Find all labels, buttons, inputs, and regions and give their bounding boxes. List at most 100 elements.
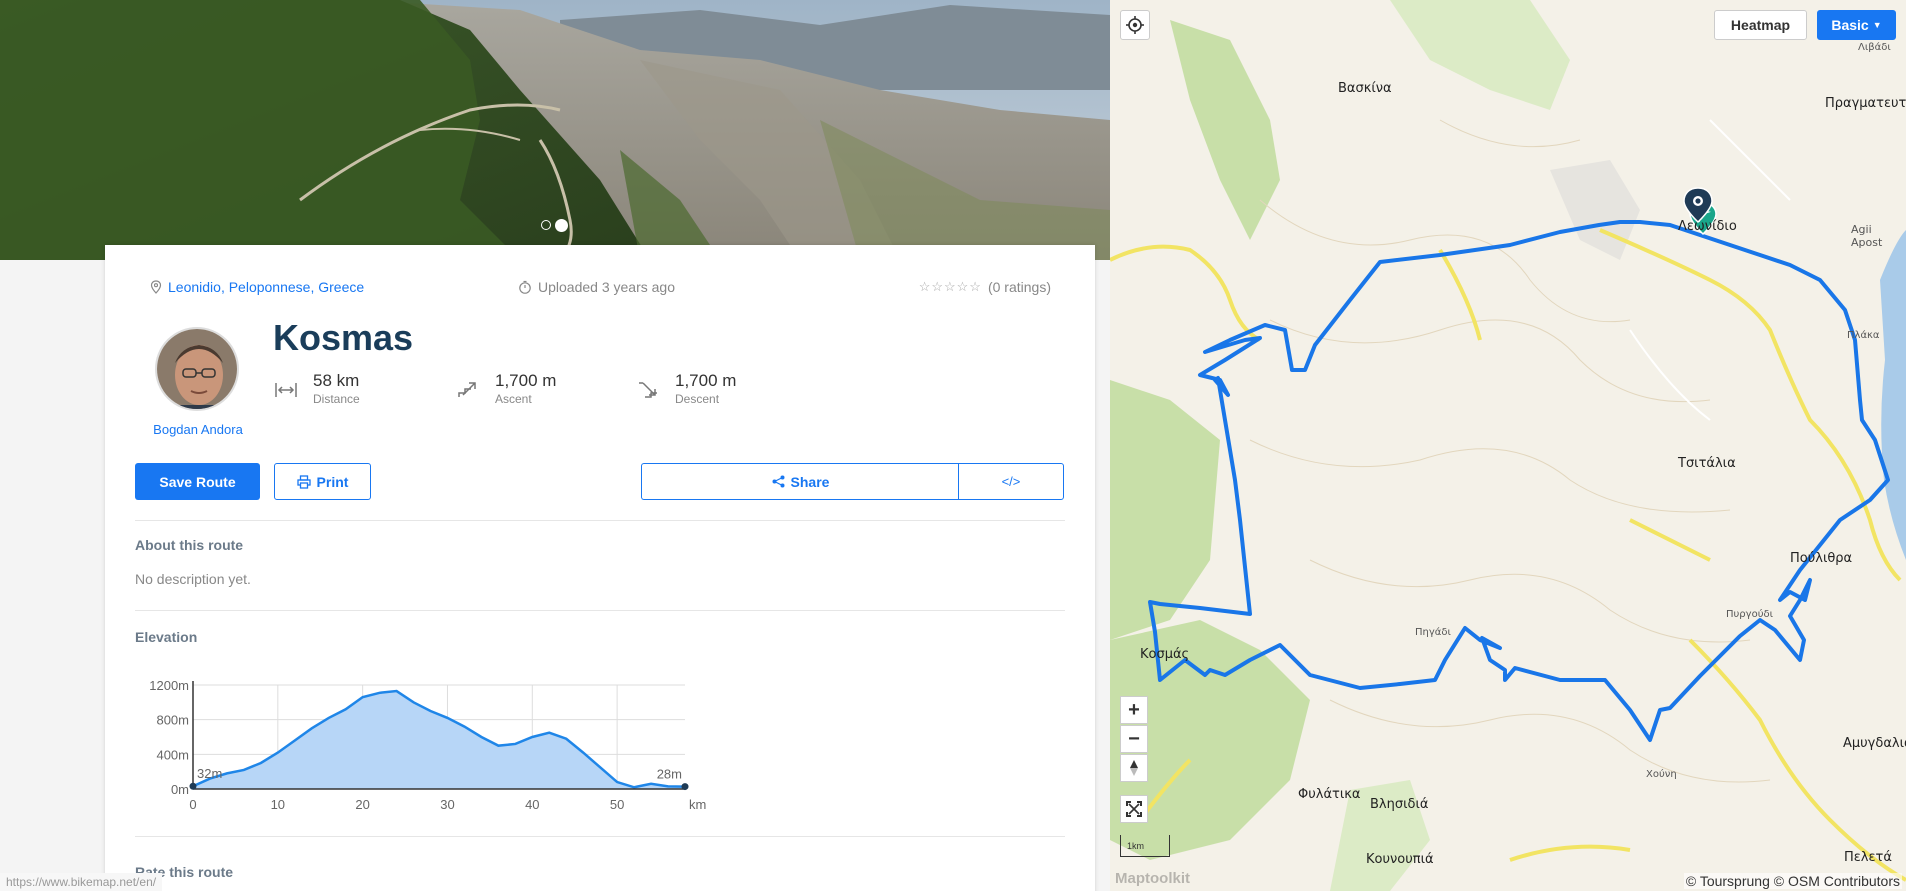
map-place-label: Βλησιδιά (1370, 797, 1429, 812)
printer-icon (296, 474, 311, 489)
route-title: Kosmas (273, 317, 414, 358)
map-place-label: Πραγματευτή (1825, 96, 1906, 111)
x-tick-label: 50 (610, 797, 624, 812)
map-place-label: Πλάκα (1847, 330, 1880, 341)
fullscreen-button[interactable] (1120, 795, 1148, 823)
map-place-label: Λεωνίδιο (1678, 219, 1737, 234)
caret-down-icon: ▼ (1872, 20, 1882, 30)
about-text: No description yet. (135, 571, 251, 587)
route-info-card: Leonidio, Peloponnese, Greece Uploaded 3… (105, 245, 1095, 891)
map-place-label: Πυργούδι (1726, 609, 1773, 620)
elevation-end-point (681, 783, 689, 791)
descent-icon (639, 382, 657, 398)
stat-value: 1,700 m (495, 371, 557, 390)
ascent-icon (458, 382, 476, 397)
share-button[interactable]: Share (641, 463, 959, 500)
share-icon (772, 475, 785, 488)
y-tick-label: 1200m (149, 678, 189, 693)
share-label: Share (790, 473, 830, 490)
elevation-area (193, 691, 685, 789)
about-title: About this route (135, 537, 244, 553)
route-location-text[interactable]: Leonidio, Peloponnese, Greece (168, 279, 364, 295)
stat-ascent: 1,700 m Ascent (455, 371, 556, 406)
avatar-image (157, 329, 237, 409)
elevation-title: Elevation (135, 629, 198, 645)
stat-distance: 58 km Distance (273, 371, 360, 406)
code-icon: </> (1001, 474, 1021, 489)
route-photo-gallery[interactable] (0, 0, 1110, 260)
location-pin-icon (150, 280, 162, 294)
map-place-label: Φυλάτικα (1298, 787, 1361, 802)
divider (135, 836, 1065, 837)
y-tick-label: 400m (156, 747, 189, 762)
elevation-chart-svg: 0m 400m 800m 1200m 0 10 20 30 40 50 km 32m 28m (149, 678, 706, 812)
gallery-dots (541, 219, 568, 232)
map-place-label: Πελετά (1844, 850, 1892, 865)
y-tick-label: 800m (156, 713, 189, 728)
rating-summary: ☆☆☆☆☆ (0 ratings) (919, 279, 1051, 295)
x-axis-unit-label: km (689, 797, 706, 812)
author-name[interactable]: Bogdan Andora (133, 422, 263, 437)
gallery-dot-2[interactable] (555, 219, 568, 232)
elevation-chart[interactable]: 0m 400m 800m 1200m 0 10 20 30 40 50 km 32m 28m (135, 665, 735, 835)
fullscreen-icon (1126, 801, 1142, 817)
locate-button[interactable] (1120, 10, 1150, 40)
y-tick-label: 0m (171, 782, 189, 797)
x-tick-label: 20 (355, 797, 369, 812)
map-scale: 1km (1120, 835, 1170, 857)
map-place-label: Κοσμάς (1140, 647, 1190, 662)
plus-icon: + (1128, 698, 1140, 721)
route-map[interactable]: Βασκίνα Πραγματευτή Λιβάδι Λεωνίδιο Agii… (1110, 0, 1906, 891)
elevation-end-label: 28m (657, 767, 682, 782)
zoom-out-button[interactable]: − (1120, 725, 1148, 753)
compass-icon (1130, 760, 1138, 776)
map-place-label: Τσιτάλια (1678, 456, 1736, 471)
heatmap-button[interactable]: Heatmap (1714, 10, 1807, 40)
upload-text: Uploaded 3 years ago (538, 279, 675, 295)
app-root: Leonidio, Peloponnese, Greece Uploaded 3… (0, 0, 1906, 891)
stat-value: 58 km (313, 371, 360, 390)
reset-bearing-button[interactable] (1120, 754, 1148, 782)
gallery-dot-1[interactable] (541, 220, 551, 230)
print-button[interactable]: Print (274, 463, 371, 500)
zoom-in-button[interactable]: + (1120, 696, 1148, 724)
basemap-dropdown[interactable]: Basic ▼ (1817, 10, 1896, 40)
avatar[interactable] (155, 327, 239, 411)
map-place-label: Λιβάδι (1858, 42, 1891, 53)
map-place-label: Βασκίνα (1338, 81, 1392, 96)
map-place-label: Πούλιθρα (1790, 551, 1853, 566)
minus-icon: − (1128, 727, 1140, 750)
distance-icon (275, 383, 297, 397)
print-label: Print (316, 473, 349, 490)
x-tick-label: 0 (189, 797, 196, 812)
embed-code-button[interactable]: </> (958, 463, 1064, 500)
timer-icon (519, 280, 531, 294)
stat-label: Descent (675, 392, 720, 406)
rating-stars-icon: ☆☆☆☆☆ (918, 279, 982, 294)
stat-label: Distance (313, 392, 360, 406)
x-tick-label: 10 (271, 797, 285, 812)
save-route-button[interactable]: Save Route (135, 463, 260, 500)
map-place-label: Agii Apost (1851, 223, 1883, 249)
rating-count: (0 ratings) (987, 279, 1051, 295)
upload-info: Uploaded 3 years ago (518, 279, 675, 295)
map-attribution[interactable]: © Toursprung © OSM Contributors (1683, 873, 1902, 889)
map-place-label: Χούνη (1646, 769, 1677, 780)
map-place-label: Αμυγδαλιά (1843, 736, 1906, 751)
x-tick-label: 30 (440, 797, 454, 812)
stat-label: Ascent (495, 392, 532, 406)
divider (135, 610, 1065, 611)
stat-value: 1,700 m (675, 371, 737, 390)
x-tick-label: 40 (525, 797, 539, 812)
stat-descent: 1,700 m Descent (635, 371, 736, 406)
map-provider-logo[interactable]: Maptoolkit (1115, 870, 1190, 887)
map-place-label: Κουνουπιά (1366, 852, 1434, 867)
crosshair-icon (1126, 16, 1144, 34)
divider (135, 520, 1065, 521)
map-place-label: Πηγάδι (1415, 627, 1451, 638)
elevation-start-label: 32m (197, 766, 222, 781)
route-details-panel: Leonidio, Peloponnese, Greece Uploaded 3… (0, 0, 1110, 891)
basemap-label: Basic (1831, 17, 1869, 33)
status-url: https://www.bikemap.net/en/ (0, 873, 163, 891)
route-location[interactable]: Leonidio, Peloponnese, Greece (150, 279, 364, 295)
